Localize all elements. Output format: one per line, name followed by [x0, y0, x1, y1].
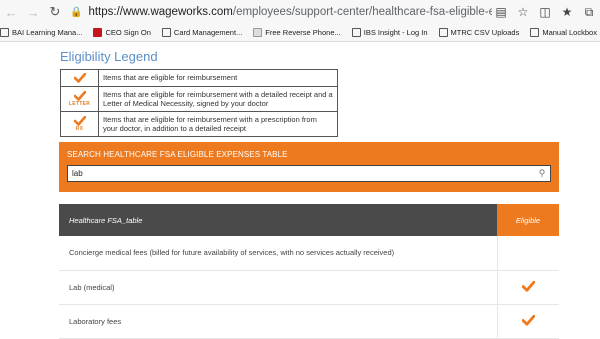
favorites-icon[interactable]: ★	[558, 3, 576, 21]
table-row: Concierge medical fees (billed for futur…	[59, 236, 559, 271]
orange-check-icon	[521, 314, 535, 326]
bookmark-label: MTRC CSV Uploads	[450, 28, 520, 37]
legend-icon-cell	[60, 69, 99, 87]
address-bar[interactable]: 🔒 https://www.wageworks.com/employees/su…	[70, 3, 492, 21]
bookmark-label: Free Reverse Phone...	[265, 28, 341, 37]
bookmark-label: BAI Learning Mana...	[12, 28, 83, 37]
legend-table: Items that are eligible for reimbursemen…	[60, 69, 338, 137]
search-panel: SEARCH HEALTHCARE FSA ELIGIBLE EXPENSES …	[59, 142, 559, 192]
document-icon	[438, 28, 448, 37]
favorite-star-icon[interactable]: ☆	[514, 3, 532, 21]
collections-icon[interactable]: ⧉	[580, 3, 598, 21]
row-expense-name: Concierge medical fees (billed for futur…	[59, 236, 498, 271]
bookmark-item[interactable]: Manual Lockbox	[530, 28, 597, 37]
row-eligible-cell	[497, 270, 559, 305]
forward-icon[interactable]: →	[22, 1, 44, 23]
search-icon[interactable]: ⚲	[534, 168, 550, 179]
document-icon	[0, 28, 9, 37]
legend-icon-cell: LETTER	[60, 86, 99, 112]
wp-logo-icon	[253, 28, 263, 37]
bookmarks-bar: BAI Learning Mana... CEO Sign On Card Mana…	[0, 24, 600, 42]
legend-icon-cell: RX	[60, 111, 99, 137]
browser-toolbar: ← → ↻ 🔒 https://www.wageworks.com/employ…	[0, 0, 600, 24]
document-icon	[530, 28, 540, 37]
bookmark-label: Card Management...	[173, 28, 243, 37]
red-logo-icon	[93, 28, 103, 37]
orange-check-icon	[73, 90, 86, 101]
legend-tag-rx: RX	[75, 125, 84, 132]
bookmark-item[interactable]: Free Reverse Phone...	[253, 28, 341, 37]
back-icon[interactable]: ←	[0, 1, 22, 23]
legend-text: Items that are eligible for reimbursemen…	[98, 69, 338, 87]
legend-title: Eligibility Legend	[60, 49, 158, 64]
legend-text: Items that are eligible for reimbursemen…	[98, 111, 338, 137]
table-row: Lab (medical)	[59, 270, 559, 305]
col-header-eligible[interactable]: Eligible	[497, 204, 559, 236]
search-title: SEARCH HEALTHCARE FSA ELIGIBLE EXPENSES …	[67, 150, 288, 159]
results-table: Healthcare FSA_table Eligible Concierge …	[59, 204, 559, 339]
col-header-name[interactable]: Healthcare FSA_table	[59, 204, 497, 236]
bookmark-item[interactable]: BAI Learning Mana...	[0, 28, 82, 37]
row-eligible-cell	[497, 236, 559, 271]
url-host: https://www.wageworks.com	[88, 6, 233, 18]
orange-check-icon	[73, 73, 86, 83]
bookmark-label: Manual Lockbox	[542, 28, 597, 37]
row-eligible-cell	[497, 304, 559, 339]
bookmark-item[interactable]: IBS Insight - Log In	[351, 28, 428, 37]
orange-check-icon	[521, 280, 535, 292]
split-screen-icon[interactable]: ◫	[536, 3, 554, 21]
search-box[interactable]: ⚲	[67, 165, 551, 182]
table-row: Laboratory fees	[59, 304, 559, 339]
bookmark-label: IBS Insight - Log In	[363, 28, 428, 37]
document-icon	[351, 28, 361, 37]
search-input[interactable]	[68, 169, 534, 178]
bookmark-item[interactable]: CEO Sign On	[93, 28, 151, 37]
bookmark-label: CEO Sign On	[105, 28, 151, 37]
read-aloud-icon[interactable]: ▤	[492, 3, 510, 21]
row-expense-name: Lab (medical)	[59, 270, 498, 305]
legend-text: Items that are eligible for reimbursemen…	[98, 86, 338, 112]
reload-icon[interactable]: ↻	[44, 1, 66, 23]
orange-check-icon	[73, 115, 86, 126]
url-path: /employees/support-center/healthcare-fsa…	[232, 6, 492, 18]
lock-icon[interactable]: 🔒	[70, 7, 82, 18]
row-expense-name: Laboratory fees	[59, 304, 498, 339]
bookmark-item[interactable]: MTRC CSV Uploads	[438, 28, 520, 37]
bookmark-item[interactable]: Card Management...	[161, 28, 243, 37]
legend-tag-letter: LETTER	[68, 100, 91, 107]
page-content: Eligibility Legend Items that are eligib…	[0, 43, 600, 339]
document-icon	[161, 28, 171, 37]
